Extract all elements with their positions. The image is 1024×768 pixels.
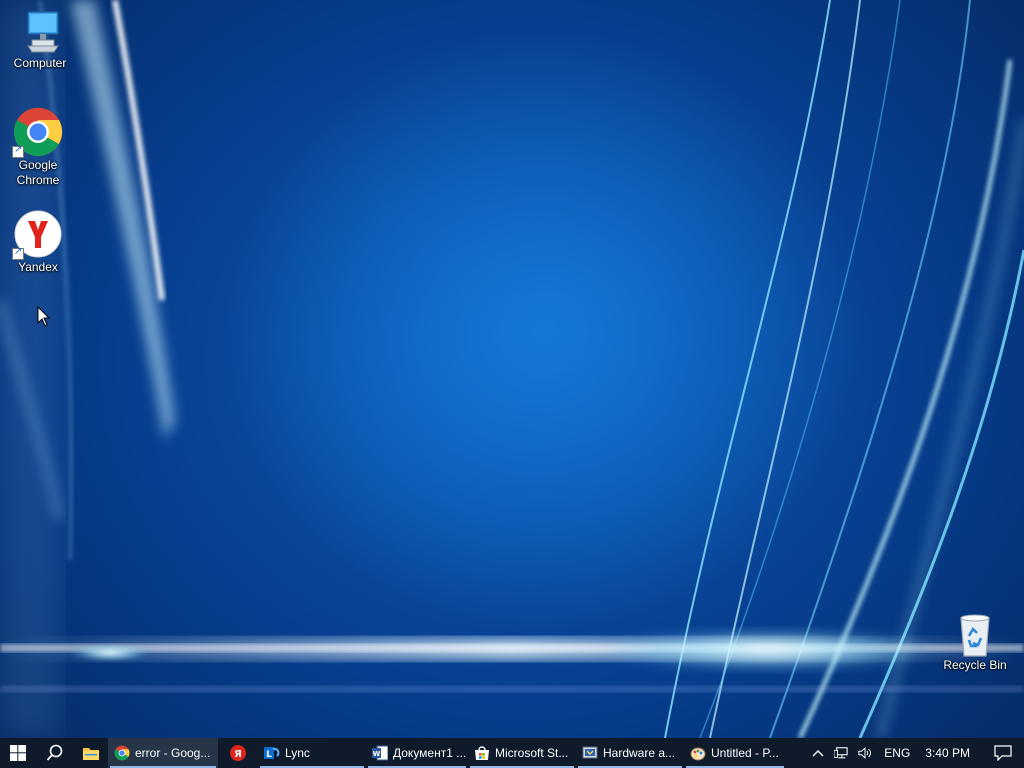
- chrome-icon: [12, 106, 64, 158]
- taskbar-app-label: Документ1 ...: [393, 746, 467, 760]
- notification-icon: [994, 745, 1012, 761]
- yandex-browser-icon: Я: [230, 745, 246, 761]
- taskbar-app-paint[interactable]: Untitled - P...: [684, 738, 786, 768]
- search-button[interactable]: [36, 738, 74, 768]
- show-hidden-icons-button[interactable]: [807, 738, 829, 768]
- network-wired-icon: [834, 747, 848, 759]
- input-language-button[interactable]: ENG: [877, 738, 917, 768]
- action-center-button[interactable]: [982, 738, 1024, 768]
- wallpaper-streaks: [0, 0, 1024, 738]
- taskbar-app-hardware[interactable]: Hardware a...: [576, 738, 684, 768]
- taskbar-app-label: Lync: [285, 746, 310, 760]
- taskbar-app-microsoft-store[interactable]: Microsoft St...: [468, 738, 576, 768]
- taskbar-pinned-yandex[interactable]: Я: [218, 738, 258, 768]
- search-icon: [46, 744, 63, 761]
- shortcut-arrow-icon: [12, 144, 24, 158]
- windows-logo-icon: [10, 745, 26, 761]
- lync-icon: L: [264, 747, 280, 760]
- computer-icon: [14, 8, 66, 56]
- file-explorer-icon: [83, 748, 99, 760]
- system-tray: ENG 3:40 PM: [807, 738, 1024, 768]
- taskbar-app-chrome[interactable]: error - Goog...: [108, 738, 218, 768]
- taskbar-app-label: Untitled - P...: [711, 746, 779, 760]
- paint-icon: [690, 747, 706, 761]
- mouse-cursor-icon: [37, 306, 51, 327]
- chevron-up-icon: [812, 750, 824, 757]
- taskbar-app-word[interactable]: W Документ1 ...: [366, 738, 468, 768]
- desktop-icon-label: Yandex: [18, 260, 58, 274]
- taskbar-pinned-file-explorer[interactable]: [74, 738, 108, 768]
- svg-text:L: L: [266, 750, 272, 760]
- desktop-icon-recycle-bin[interactable]: Recycle Bin: [937, 612, 1013, 673]
- shortcut-arrow-icon: [12, 246, 24, 260]
- chrome-icon: [114, 745, 130, 761]
- taskbar-app-label: Microsoft St...: [495, 746, 569, 760]
- volume-button[interactable]: [853, 738, 877, 768]
- taskbar-app-label: Hardware a...: [603, 746, 676, 760]
- desktop-icon-label: Computer: [13, 56, 67, 70]
- svg-text:Я: Я: [234, 749, 242, 760]
- desktop-icon-computer[interactable]: Computer: [2, 8, 78, 71]
- svg-text:W: W: [373, 750, 381, 758]
- taskbar: error - Goog... Я L Lync W Документ1 ...: [0, 738, 1024, 768]
- desktop-icon-label: Google Chrome: [16, 158, 60, 187]
- desktop-icon-label: Recycle Bin: [943, 658, 1007, 672]
- hardware-devices-icon: [582, 746, 598, 759]
- clock[interactable]: 3:40 PM: [917, 738, 982, 768]
- speaker-icon: [858, 747, 872, 759]
- desktop[interactable]: Computer Google Chrome Yandex: [0, 0, 1024, 738]
- word-icon: W: [372, 745, 388, 761]
- microsoft-store-icon: [475, 746, 489, 760]
- network-button[interactable]: [829, 738, 853, 768]
- desktop-icon-yandex[interactable]: Yandex: [0, 208, 76, 275]
- yandex-icon: [12, 208, 64, 260]
- desktop-icon-google-chrome[interactable]: Google Chrome: [0, 106, 76, 188]
- start-button[interactable]: [0, 738, 36, 768]
- recycle-bin-icon: [949, 612, 1001, 658]
- taskbar-app-lync[interactable]: L Lync: [258, 738, 366, 768]
- taskbar-app-label: error - Goog...: [135, 746, 211, 760]
